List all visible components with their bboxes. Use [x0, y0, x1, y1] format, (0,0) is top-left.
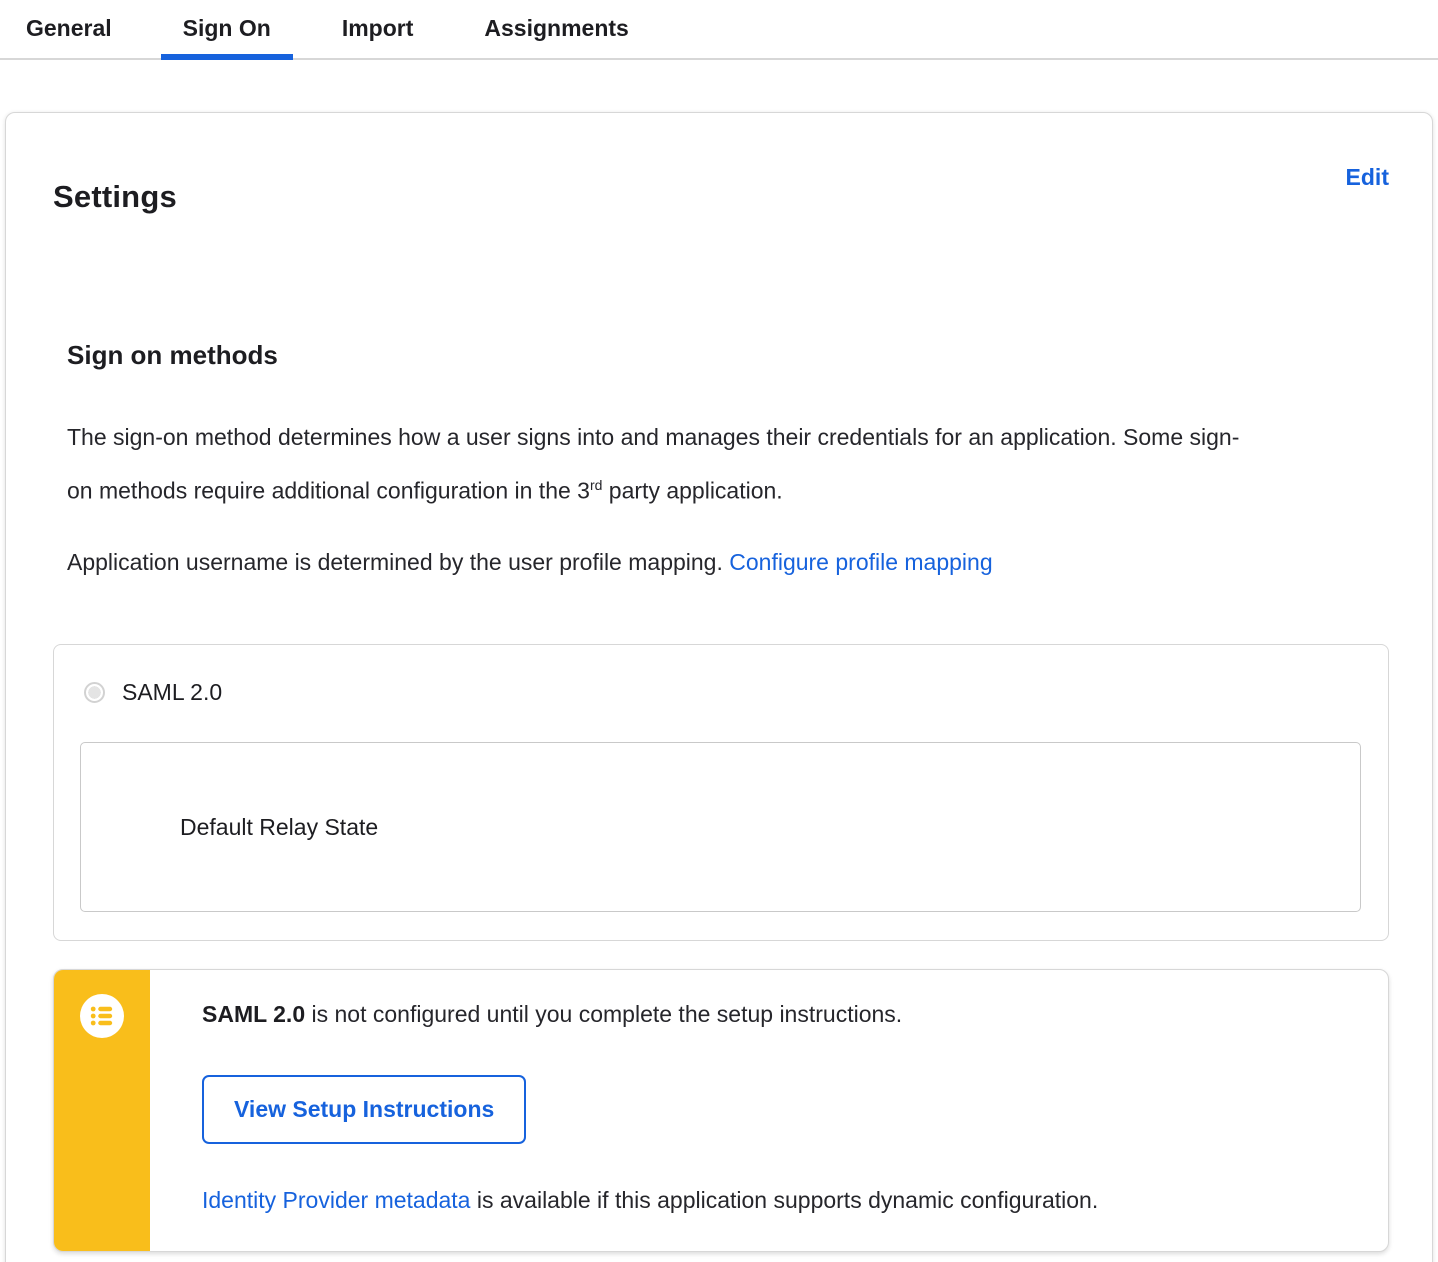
- username-mapping-line: Application username is determined by th…: [67, 538, 1257, 586]
- sign-on-methods-description: The sign-on method determines how a user…: [67, 413, 1257, 515]
- description-superscript: rd: [589, 476, 603, 493]
- callout-message-bold: SAML 2.0: [202, 1001, 306, 1028]
- page-title: Settings: [53, 178, 177, 214]
- identity-provider-metadata-link[interactable]: Identity Provider metadata: [202, 1187, 470, 1213]
- tab-import-label: Import: [341, 15, 414, 41]
- active-tab-indicator: [160, 54, 293, 60]
- list-icon: [80, 994, 124, 1039]
- saml-setup-callout: SAML 2.0 is not configured until you com…: [53, 969, 1389, 1253]
- saml-option-box: SAML 2.0 Default Relay State: [53, 644, 1389, 942]
- tab-sign-on-label: Sign On: [182, 15, 271, 41]
- callout-warning-strip: [54, 970, 150, 1252]
- metadata-line-rest: is available if this application support…: [470, 1187, 1099, 1214]
- configure-profile-mapping-link[interactable]: Configure profile mapping: [729, 549, 992, 575]
- app-tab-bar: General Sign On Import Assignments: [0, 0, 1438, 60]
- saml-option-label: SAML 2.0: [122, 679, 223, 706]
- sign-on-methods-heading: Sign on methods: [67, 339, 278, 370]
- description-text-end: party application.: [602, 477, 783, 504]
- tab-assignments[interactable]: Assignments: [462, 0, 650, 58]
- tab-sign-on[interactable]: Sign On: [160, 0, 293, 60]
- saml-radio-row: SAML 2.0: [80, 679, 1361, 706]
- callout-message: SAML 2.0 is not configured until you com…: [202, 1001, 1348, 1028]
- default-relay-state-box: Default Relay State: [80, 742, 1361, 913]
- view-setup-instructions-button[interactable]: View Setup Instructions: [202, 1075, 527, 1145]
- username-mapping-text: Application username is determined by th…: [67, 549, 730, 576]
- tab-assignments-label: Assignments: [484, 15, 629, 41]
- tab-import[interactable]: Import: [320, 0, 436, 58]
- edit-link[interactable]: Edit: [1346, 164, 1389, 191]
- tab-general[interactable]: General: [4, 0, 134, 58]
- callout-body: SAML 2.0 is not configured until you com…: [150, 970, 1388, 1251]
- metadata-line: Identity Provider metadata is available …: [202, 1187, 1348, 1214]
- settings-card-header: Settings Edit: [53, 158, 1389, 236]
- settings-card: Settings Edit Sign on methods The sign-o…: [5, 112, 1433, 1262]
- tab-general-label: General: [26, 15, 112, 41]
- default-relay-state-label: Default Relay State: [180, 813, 379, 840]
- saml-radio-button[interactable]: [84, 682, 105, 704]
- callout-message-rest: is not configured until you complete the…: [305, 1001, 903, 1028]
